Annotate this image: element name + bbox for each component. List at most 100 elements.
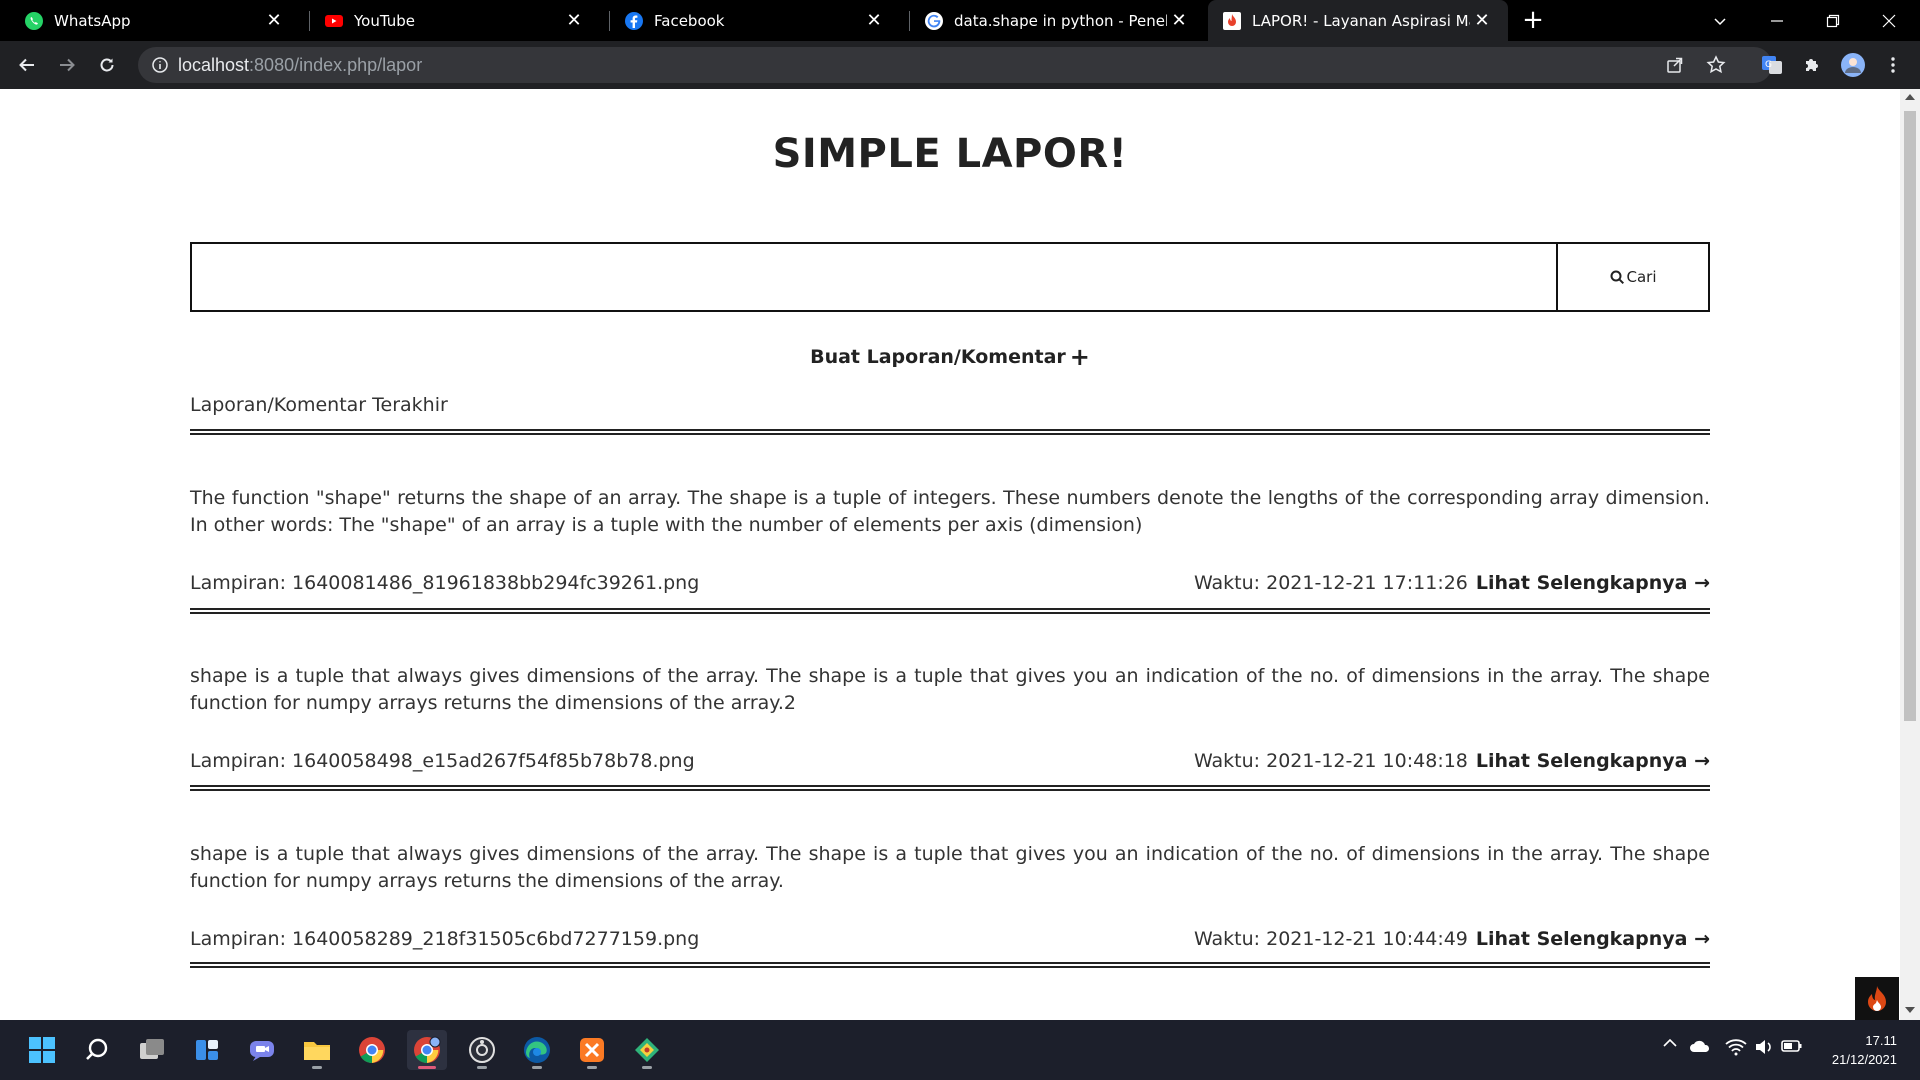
- windows-start-icon[interactable]: [22, 1030, 62, 1070]
- running-indicator: [587, 1066, 597, 1069]
- browser-menu-icon[interactable]: [1878, 50, 1908, 80]
- youtube-icon: [324, 11, 344, 31]
- widgets-icon[interactable]: [187, 1030, 227, 1070]
- clock-time: 17.11: [1865, 1033, 1897, 1048]
- tab-google-search[interactable]: data.shape in python - Penelusur ✕: [900, 0, 1205, 41]
- file-explorer-icon[interactable]: [297, 1030, 337, 1070]
- running-indicator: [312, 1066, 322, 1069]
- report-attachment[interactable]: Lampiran: 1640081486_81961838bb294fc3926…: [190, 572, 699, 594]
- running-indicator: [477, 1066, 487, 1069]
- tab-facebook[interactable]: Facebook ✕: [600, 0, 900, 41]
- clock-date: 21/12/2021: [1831, 1052, 1897, 1067]
- tab-title: YouTube: [354, 11, 415, 30]
- obs-icon[interactable]: [462, 1030, 502, 1070]
- report-meta: Lampiran: 1640081486_81961838bb294fc3926…: [190, 572, 1710, 598]
- create-report-label: Buat Laporan/Komentar: [810, 346, 1066, 368]
- running-indicator: [642, 1066, 652, 1069]
- codeigniter-toolbar-icon[interactable]: [1855, 977, 1899, 1020]
- close-window-icon[interactable]: [1861, 0, 1917, 41]
- forward-icon[interactable]: [52, 50, 82, 80]
- system-clock[interactable]: 17.11 21/12/2021: [1805, 1031, 1897, 1069]
- tab-search-chevron-icon[interactable]: [1692, 0, 1748, 41]
- minimize-icon[interactable]: [1749, 0, 1805, 41]
- extensions-puzzle-icon[interactable]: [1797, 50, 1827, 80]
- create-report-link[interactable]: Buat Laporan/Komentar +: [0, 343, 1900, 371]
- tray-overflow-icon[interactable]: [1660, 1038, 1680, 1048]
- bookmark-star-icon[interactable]: [1701, 50, 1731, 80]
- windows-taskbar: 17.11 21/12/2021: [0, 1020, 1920, 1080]
- close-icon[interactable]: ✕: [862, 9, 886, 33]
- section-divider: [190, 429, 1710, 435]
- xampp-icon[interactable]: [572, 1030, 612, 1070]
- report-item: The function "shape" returns the shape o…: [190, 485, 1710, 594]
- site-info-icon[interactable]: [150, 55, 170, 75]
- report-time: Waktu: 2021-12-21 10:48:18: [1193, 750, 1468, 772]
- tab-title: WhatsApp: [54, 11, 131, 30]
- plus-icon: +: [1069, 343, 1090, 371]
- page-scrollbar[interactable]: [1900, 89, 1920, 1020]
- restore-icon[interactable]: [1805, 0, 1861, 41]
- tab-whatsapp[interactable]: WhatsApp ✕: [0, 0, 300, 41]
- tab-lapor[interactable]: LAPOR! - Layanan Aspirasi Masya ✕: [1208, 0, 1508, 41]
- new-tab-button[interactable]: +: [1519, 5, 1547, 35]
- read-more-link[interactable]: Lihat Selengkapnya →: [1476, 928, 1710, 950]
- search-icon[interactable]: [77, 1030, 117, 1070]
- report-text: shape is a tuple that always gives dimen…: [190, 843, 1710, 892]
- google-icon: [924, 11, 944, 31]
- chrome-profile-icon[interactable]: [407, 1030, 447, 1070]
- edge-icon[interactable]: [517, 1030, 557, 1070]
- report-meta: Lampiran: 1640058289_218f31505c6bd727715…: [190, 928, 1710, 954]
- tab-title: Facebook: [654, 11, 725, 30]
- read-more-link[interactable]: Lihat Selengkapnya →: [1476, 750, 1710, 772]
- report-attachment[interactable]: Lampiran: 1640058289_218f31505c6bd727715…: [190, 928, 699, 950]
- report-time: Waktu: 2021-12-21 10:44:49: [1193, 928, 1468, 950]
- reload-icon[interactable]: [92, 50, 122, 80]
- address-bar[interactable]: localhost:8080/index.php/lapor: [138, 47, 1772, 83]
- close-icon[interactable]: ✕: [1167, 9, 1191, 33]
- scrollbar-thumb[interactable]: [1904, 111, 1916, 721]
- scroll-up-icon[interactable]: [1905, 94, 1915, 100]
- section-heading: Laporan/Komentar Terakhir: [190, 394, 448, 416]
- report-divider: [190, 608, 1710, 614]
- chrome-icon[interactable]: [352, 1030, 392, 1070]
- translate-icon[interactable]: G: [1757, 50, 1787, 80]
- back-icon[interactable]: [12, 50, 42, 80]
- scroll-down-icon[interactable]: [1905, 1007, 1915, 1013]
- search-button[interactable]: Cari: [1556, 244, 1708, 310]
- report-item: shape is a tuple that always gives dimen…: [190, 663, 1710, 772]
- profile-avatar-icon[interactable]: [1838, 50, 1868, 80]
- report-time: Waktu: 2021-12-21 17:11:26: [1193, 572, 1468, 594]
- report-attachment[interactable]: Lampiran: 1640058498_e15ad267f54f85b78b7…: [190, 750, 695, 772]
- volume-icon[interactable]: [1753, 1038, 1775, 1056]
- tab-title: data.shape in python - Penelusur: [954, 11, 1167, 30]
- battery-icon[interactable]: [1780, 1038, 1804, 1054]
- whatsapp-icon: [24, 11, 44, 31]
- close-icon[interactable]: ✕: [1470, 9, 1494, 33]
- close-icon[interactable]: ✕: [262, 9, 286, 33]
- onedrive-icon[interactable]: [1688, 1038, 1712, 1054]
- search-bar: Cari: [190, 242, 1710, 312]
- search-input[interactable]: [192, 244, 1556, 310]
- browser-toolbar: localhost:8080/index.php/lapor G: [0, 41, 1920, 89]
- svg-text:G: G: [1765, 60, 1772, 70]
- git-kraken-icon[interactable]: [627, 1030, 667, 1070]
- chat-icon[interactable]: [242, 1030, 282, 1070]
- read-more-link[interactable]: Lihat Selengkapnya →: [1476, 572, 1710, 594]
- share-icon[interactable]: [1660, 50, 1690, 80]
- tab-title: LAPOR! - Layanan Aspirasi Masya: [1252, 11, 1470, 30]
- running-indicator: [418, 1066, 436, 1069]
- report-text: The function "shape" returns the shape o…: [190, 487, 1710, 536]
- close-icon[interactable]: ✕: [562, 9, 586, 33]
- url-path: :8080/index.php/lapor: [249, 55, 423, 75]
- page-title: SIMPLE LAPOR!: [772, 131, 1128, 177]
- task-view-icon[interactable]: [132, 1030, 172, 1070]
- report-divider: [190, 962, 1710, 968]
- report-divider: [190, 785, 1710, 791]
- browser-tab-strip: WhatsApp ✕ YouTube ✕ Facebook ✕ data.sha…: [0, 0, 1920, 41]
- wifi-icon[interactable]: [1724, 1038, 1748, 1056]
- report-text: shape is a tuple that always gives dimen…: [190, 665, 1710, 714]
- tab-youtube[interactable]: YouTube ✕: [300, 0, 600, 41]
- url-host: localhost: [178, 55, 250, 75]
- page-viewport: SIMPLE LAPOR! Cari Buat Laporan/Komentar…: [0, 89, 1900, 1020]
- report-item: shape is a tuple that always gives dimen…: [190, 841, 1710, 950]
